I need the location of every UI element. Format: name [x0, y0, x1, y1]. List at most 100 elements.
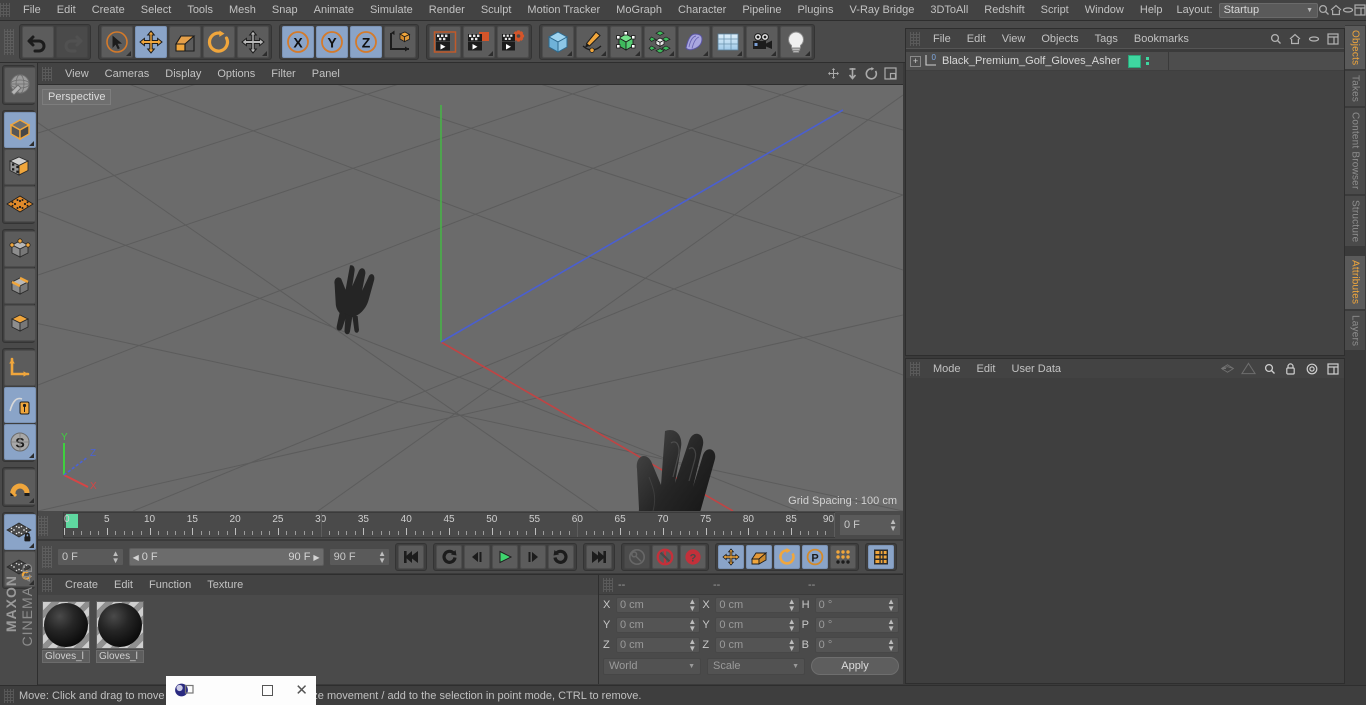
object-axis-button[interactable] — [4, 350, 36, 386]
table-row[interactable]: +0 Black_Premium_Golf_Gloves_Asher — [906, 52, 1344, 71]
menu-edit[interactable]: Edit — [49, 2, 84, 18]
go-to-end-button[interactable] — [586, 545, 612, 569]
rotate-icon[interactable] — [863, 65, 880, 82]
coordinate-system-dropdown[interactable]: World ▼ — [603, 657, 701, 675]
add-camera-button[interactable] — [746, 25, 778, 58]
close-window-icon[interactable]: ✕ — [295, 683, 308, 698]
viewport-menu-panel[interactable]: Panel — [304, 66, 348, 82]
move-axis-tool-button[interactable] — [237, 25, 269, 58]
home-icon[interactable] — [1330, 2, 1342, 18]
render-region-button[interactable] — [463, 25, 495, 58]
step-back-button[interactable] — [464, 545, 490, 569]
object-menu-tags[interactable]: Tags — [1087, 31, 1126, 47]
live-selection-tool-button[interactable] — [101, 25, 133, 58]
viewport-3d[interactable]: Perspective Grid Spacing : 100 cm Y X Z — [38, 85, 903, 511]
material-item[interactable]: Gloves_l — [96, 601, 144, 663]
range-end-arrow-icon[interactable]: ▶ — [313, 553, 319, 562]
point-level-animation-button[interactable] — [830, 545, 856, 569]
home-icon[interactable] — [1288, 32, 1302, 46]
autokeying-button[interactable] — [652, 545, 678, 569]
undo-button[interactable] — [22, 25, 54, 58]
viewport-menu-display[interactable]: Display — [157, 66, 209, 82]
coord-rotation-field[interactable]: 0 ° ▲ ▼ — [814, 617, 899, 633]
model-mode-button[interactable] — [4, 112, 36, 148]
spinner-icon[interactable]: ▲ ▼ — [887, 618, 895, 633]
material-menu-texture[interactable]: Texture — [199, 577, 251, 593]
add-light-button[interactable] — [780, 25, 812, 58]
coordinate-mode-dropdown[interactable]: Scale ▼ — [707, 657, 805, 675]
search-icon[interactable] — [1269, 32, 1283, 46]
object-menu-objects[interactable]: Objects — [1033, 31, 1086, 47]
keyframe-selection-button[interactable]: ? — [680, 545, 706, 569]
spinner-icon[interactable]: ▲ ▼ — [887, 638, 895, 653]
menu-sculpt[interactable]: Sculpt — [473, 2, 520, 18]
toolbar-grip[interactable] — [4, 28, 14, 55]
points-mode-button[interactable] — [4, 231, 36, 267]
menu-character[interactable]: Character — [670, 2, 734, 18]
coord-size-field[interactable]: 0 cm ▲ ▼ — [715, 597, 800, 613]
coord-size-field[interactable]: 0 cm ▲ ▼ — [715, 637, 800, 653]
menu-animate[interactable]: Animate — [306, 2, 362, 18]
menu-create[interactable]: Create — [84, 2, 133, 18]
render-view-button[interactable] — [429, 25, 461, 58]
coord-size-field[interactable]: 0 cm ▲ ▼ — [715, 617, 800, 633]
viewport-menu-filter[interactable]: Filter — [263, 66, 303, 82]
max-frame-field[interactable]: 90 F ▲ ▼ — [328, 548, 390, 566]
menu-tools[interactable]: Tools — [179, 2, 221, 18]
status-grip[interactable] — [4, 688, 14, 703]
current-frame-field[interactable]: 0 F ▲ ▼ — [57, 548, 124, 566]
menu-simulate[interactable]: Simulate — [362, 2, 421, 18]
add-cube-object-button[interactable] — [542, 25, 574, 58]
menu-window[interactable]: Window — [1077, 2, 1132, 18]
enable-snap-button[interactable] — [4, 387, 36, 423]
material-list[interactable]: Gloves_l Gloves_l — [38, 595, 598, 669]
record-keyframe-button[interactable] — [624, 545, 650, 569]
render-settings-button[interactable] — [497, 25, 529, 58]
vtab-structure[interactable]: Structure — [1345, 194, 1366, 248]
object-manager-grip[interactable] — [910, 31, 920, 46]
add-modeling-object-button[interactable] — [644, 25, 676, 58]
magnet-button[interactable] — [4, 469, 36, 505]
object-menu-view[interactable]: View — [994, 31, 1034, 47]
go-to-start-button[interactable] — [398, 545, 424, 569]
object-menu-edit[interactable]: Edit — [959, 31, 994, 47]
material-tag-icon[interactable] — [1128, 54, 1141, 68]
material-manager-grip[interactable] — [42, 578, 52, 592]
preview-range-bar[interactable]: ◀ 0 F 90 F ▶ — [128, 548, 324, 566]
vtab-layers[interactable]: Layers — [1345, 309, 1366, 351]
coord-position-field[interactable]: 0 cm ▲ ▼ — [616, 617, 701, 633]
spinner-icon[interactable]: ▲ ▼ — [788, 638, 796, 653]
maximize-viewport-icon[interactable] — [882, 65, 899, 82]
menu-mograph[interactable]: MoGraph — [608, 2, 670, 18]
material-item[interactable]: Gloves_l — [42, 601, 90, 663]
maximize-icon[interactable] — [1326, 32, 1340, 46]
maximize-icon[interactable] — [1325, 361, 1340, 376]
attribute-menu-edit[interactable]: Edit — [969, 361, 1004, 377]
menu-mesh[interactable]: Mesh — [221, 2, 264, 18]
minimize-icon[interactable] — [1307, 32, 1321, 46]
add-deformer-button[interactable] — [678, 25, 710, 58]
attribute-menu-user-data[interactable]: User Data — [1004, 361, 1070, 377]
position-key-button[interactable] — [718, 545, 744, 569]
axis-z-button[interactable]: Z — [350, 25, 382, 58]
menu-select[interactable]: Select — [133, 2, 180, 18]
vtab-attributes[interactable]: Attributes — [1345, 255, 1366, 310]
search-icon[interactable] — [1262, 361, 1277, 376]
rotation-key-button[interactable] — [774, 545, 800, 569]
pan-icon[interactable] — [825, 65, 842, 82]
menubar-grip[interactable] — [0, 3, 10, 17]
coordinates-grip[interactable] — [603, 577, 613, 592]
timeline-grip[interactable] — [38, 516, 48, 536]
menu-motion-tracker[interactable]: Motion Tracker — [519, 2, 608, 18]
viewport-menu-view[interactable]: View — [57, 66, 97, 82]
scale-tool-button[interactable] — [169, 25, 201, 58]
timeline-ruler[interactable]: 051015202530354045505560657075808590 — [63, 512, 835, 538]
snap-settings-button[interactable]: S — [4, 424, 36, 460]
menu-3dtoall[interactable]: 3DToAll — [922, 2, 976, 18]
move-tool-button[interactable] — [135, 25, 167, 58]
polygons-mode-button[interactable] — [4, 305, 36, 341]
transport-grip[interactable] — [42, 546, 52, 568]
rotate-tool-button[interactable] — [203, 25, 235, 58]
spinner-icon[interactable]: ▲ ▼ — [688, 638, 696, 653]
axis-x-button[interactable]: X — [282, 25, 314, 58]
